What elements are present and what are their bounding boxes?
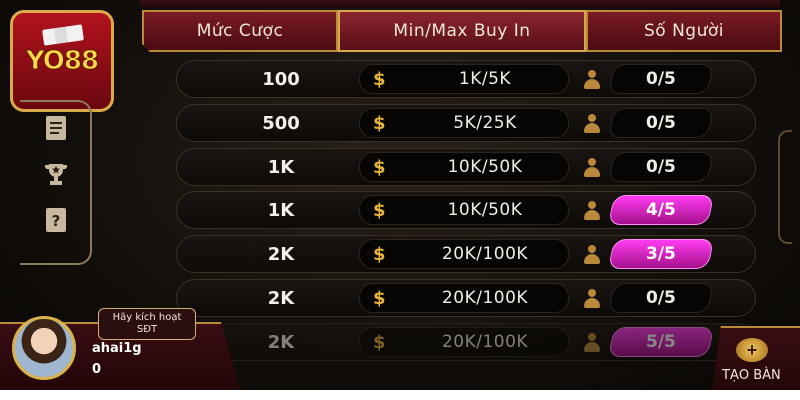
player-count: 4/5 xyxy=(607,195,715,225)
dollar-icon: $ xyxy=(373,68,386,90)
buyin-range: 10K/50K xyxy=(447,200,523,220)
buyin-range: 20K/100K xyxy=(441,288,529,308)
player-count-text: 3/5 xyxy=(646,244,676,264)
person-icon xyxy=(583,114,601,134)
player-count-text: 4/5 xyxy=(646,200,676,220)
dollar-icon: $ xyxy=(373,112,386,134)
player-count-text: 0/5 xyxy=(646,288,676,308)
bet-amount: 1K xyxy=(267,199,295,221)
person-icon xyxy=(583,158,601,178)
player-count: 0/5 xyxy=(607,108,715,138)
buyin-range: 20K/100K xyxy=(441,244,529,264)
table-row[interactable]: 500 $5K/25K 0/5 xyxy=(176,104,756,142)
avatar[interactable] xyxy=(12,316,76,380)
plus-icon[interactable]: + xyxy=(736,338,768,362)
header-bet[interactable]: Mức Cược xyxy=(142,10,338,52)
header-players[interactable]: Số Người xyxy=(586,10,782,52)
person-icon xyxy=(583,289,601,309)
player-count: 0/5 xyxy=(607,283,715,313)
dollar-icon: $ xyxy=(373,331,386,353)
player-count-text: 0/5 xyxy=(646,69,676,89)
activate-label: Hãy kích hoạt xyxy=(112,312,182,323)
help-icon[interactable]: ? xyxy=(42,206,70,234)
table-row[interactable]: 100 $1K/5K 0/5 xyxy=(176,60,756,98)
player-count-text: 5/5 xyxy=(646,332,676,352)
player-count-text: 0/5 xyxy=(646,113,676,133)
table-header: Mức Cược Min/Max Buy In Số Người xyxy=(142,10,782,54)
player-count: 0/5 xyxy=(607,64,715,94)
activate-phone-button[interactable]: Hãy kích hoạt SĐT xyxy=(98,308,196,340)
bet-amount: 2K xyxy=(267,331,295,353)
buyin-range: 5K/25K xyxy=(453,113,517,133)
bet-amount: 100 xyxy=(262,68,300,90)
buyin-range: 1K/5K xyxy=(458,69,512,89)
playing-cards-icon xyxy=(42,24,84,46)
side-menu: ? xyxy=(20,100,92,265)
table-row[interactable]: 2K $20K/100K 5/5 xyxy=(176,323,756,361)
create-table-button[interactable]: TẠO BÀN xyxy=(722,368,781,383)
bet-amount: 2K xyxy=(267,287,295,309)
balance: 0 xyxy=(92,362,102,377)
bet-amount: 2K xyxy=(267,243,295,265)
person-icon xyxy=(583,201,601,221)
username: ahai1g xyxy=(92,341,142,356)
app-logo: YO88 xyxy=(10,10,114,112)
table-row[interactable]: 1K $10K/50K 4/5 xyxy=(176,191,756,229)
dollar-icon: $ xyxy=(373,156,386,178)
player-count-text: 0/5 xyxy=(646,157,676,177)
buyin-range: 20K/100K xyxy=(441,332,529,352)
person-icon xyxy=(583,333,601,353)
table-row[interactable]: 2K $20K/100K 0/5 xyxy=(176,279,756,317)
dollar-icon: $ xyxy=(373,243,386,265)
activate-sublabel: SĐT xyxy=(136,324,158,335)
svg-text:?: ? xyxy=(52,212,61,230)
person-icon xyxy=(583,245,601,265)
dollar-icon: $ xyxy=(373,287,386,309)
player-count: 3/5 xyxy=(607,239,715,269)
document-icon[interactable] xyxy=(42,114,70,142)
table-row[interactable]: 1K $10K/50K 0/5 xyxy=(176,148,756,186)
person-icon xyxy=(583,70,601,90)
player-count: 5/5 xyxy=(607,327,715,357)
logo-text: YO88 xyxy=(25,46,99,77)
bet-amount: 500 xyxy=(262,112,300,134)
top-frame xyxy=(140,0,780,8)
caption-strip xyxy=(0,390,800,400)
header-buyin[interactable]: Min/Max Buy In xyxy=(338,10,586,52)
bet-amount: 1K xyxy=(267,156,295,178)
player-count: 0/5 xyxy=(607,152,715,182)
table-row[interactable]: 2K $20K/100K 3/5 xyxy=(176,235,756,273)
dollar-icon: $ xyxy=(373,199,386,221)
trophy-icon[interactable] xyxy=(42,160,70,188)
buyin-range: 10K/50K xyxy=(447,157,523,177)
right-rail xyxy=(778,130,792,244)
